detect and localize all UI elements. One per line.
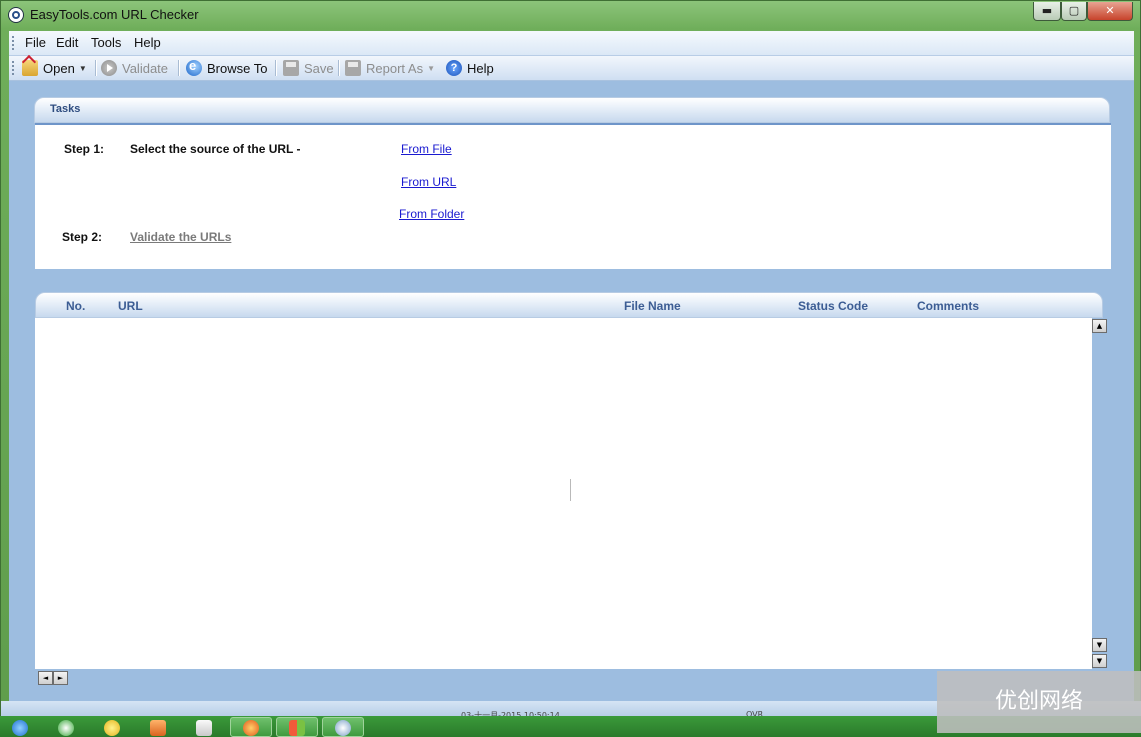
browse-to-label: Browse To <box>207 60 268 76</box>
explorer-taskbar-button[interactable] <box>276 717 318 737</box>
tasks-panel-header: Tasks <box>34 97 1110 123</box>
tasks-panel: Step 1: Select the source of the URL - F… <box>35 123 1111 269</box>
menu-edit[interactable]: Edit <box>56 35 78 50</box>
maximize-button[interactable]: ▢ <box>1061 2 1087 21</box>
column-header-url[interactable]: URL <box>118 299 143 313</box>
from-url-link[interactable]: From URL <box>401 175 456 189</box>
validate-button[interactable]: Validate <box>101 59 168 77</box>
notepad-taskbar-icon[interactable] <box>196 720 212 736</box>
save-button[interactable]: Save <box>283 59 334 77</box>
app-window: EasyTools.com URL Checker ▬ ▢ ✕ File Edi… <box>0 0 1141 720</box>
open-label: Open <box>43 60 75 76</box>
scroll-down-button[interactable]: ▼ <box>1092 638 1107 652</box>
from-file-link[interactable]: From File <box>401 142 452 156</box>
ie-taskbar-icon[interactable] <box>12 720 28 736</box>
tasks-title: Tasks <box>50 103 81 115</box>
menu-tools[interactable]: Tools <box>91 35 121 50</box>
toolbar: Open ▼ Validate Browse To Save Report As <box>9 56 1134 81</box>
floppy-disk-icon <box>283 60 299 76</box>
close-button[interactable]: ✕ <box>1087 2 1133 21</box>
step1-label: Step 1: <box>64 142 105 156</box>
column-header-status-code[interactable]: Status Code <box>798 299 868 313</box>
app-taskbar-icon[interactable] <box>150 720 166 736</box>
menu-file[interactable]: File <box>25 35 46 50</box>
column-header-comments[interactable]: Comments <box>917 299 979 313</box>
scroll-down-end-button[interactable]: ▼ <box>1092 654 1107 668</box>
results-grid[interactable] <box>35 318 1092 669</box>
scroll-left-button[interactable]: ◄ <box>38 671 53 685</box>
grid-bottom-strip <box>35 669 1092 686</box>
browse-to-button[interactable]: Browse To <box>186 58 268 77</box>
menu-grip-icon <box>12 36 14 50</box>
toolbar-separator <box>275 60 277 76</box>
toolbar-separator <box>178 60 180 76</box>
url-checker-icon <box>335 720 351 736</box>
scroll-right-button[interactable]: ► <box>53 671 68 685</box>
results-grid-header: No. URL File Name Status Code Comments <box>35 292 1103 318</box>
toolbar-separator <box>95 60 97 76</box>
window-title: EasyTools.com URL Checker <box>30 7 199 22</box>
app-logo-icon <box>8 7 24 23</box>
chevron-down-icon[interactable]: ▼ <box>427 64 435 73</box>
scroll-up-button[interactable]: ▲ <box>1092 319 1107 333</box>
watermark: 优创网络 <box>937 671 1141 733</box>
url-checker-taskbar-button[interactable] <box>322 717 364 737</box>
column-header-no[interactable]: No. <box>66 299 85 313</box>
play-icon <box>101 60 117 76</box>
validate-urls-link[interactable]: Validate the URLs <box>130 230 231 244</box>
chevron-down-icon[interactable]: ▼ <box>79 64 87 73</box>
help-button[interactable]: ? Help <box>446 59 494 77</box>
client-area: File Edit Tools Help Open ▼ Validate Bro… <box>9 31 1134 711</box>
menu-bar: File Edit Tools Help <box>9 31 1134 56</box>
browser-icon <box>186 58 202 76</box>
firefox-icon <box>243 720 259 736</box>
title-bar[interactable]: EasyTools.com URL Checker ▬ ▢ ✕ <box>1 1 1140 30</box>
step2-label: Step 2: <box>62 230 103 244</box>
report-as-label: Report As <box>366 60 424 76</box>
open-folder-icon <box>22 60 38 76</box>
media-taskbar-icon[interactable] <box>104 720 120 736</box>
text-cursor <box>570 479 571 501</box>
from-folder-link[interactable]: From Folder <box>399 207 464 221</box>
report-as-button[interactable]: Report As ▼ <box>345 59 435 77</box>
column-header-file-name[interactable]: File Name <box>624 299 681 313</box>
minimize-button[interactable]: ▬ <box>1033 2 1061 21</box>
step1-text: Select the source of the URL - <box>130 142 301 156</box>
browser-taskbar-icon[interactable] <box>58 720 74 736</box>
open-button[interactable]: Open ▼ <box>22 59 87 77</box>
save-label: Save <box>304 60 334 76</box>
windows-explorer-icon <box>289 720 305 736</box>
toolbar-separator <box>338 60 340 76</box>
toolbar-grip-icon <box>12 61 14 75</box>
firefox-taskbar-button[interactable] <box>230 717 272 737</box>
menu-help[interactable]: Help <box>134 35 161 50</box>
help-question-icon: ? <box>446 60 462 76</box>
report-disk-icon <box>345 60 361 76</box>
help-label: Help <box>467 60 494 76</box>
validate-label: Validate <box>122 60 169 76</box>
